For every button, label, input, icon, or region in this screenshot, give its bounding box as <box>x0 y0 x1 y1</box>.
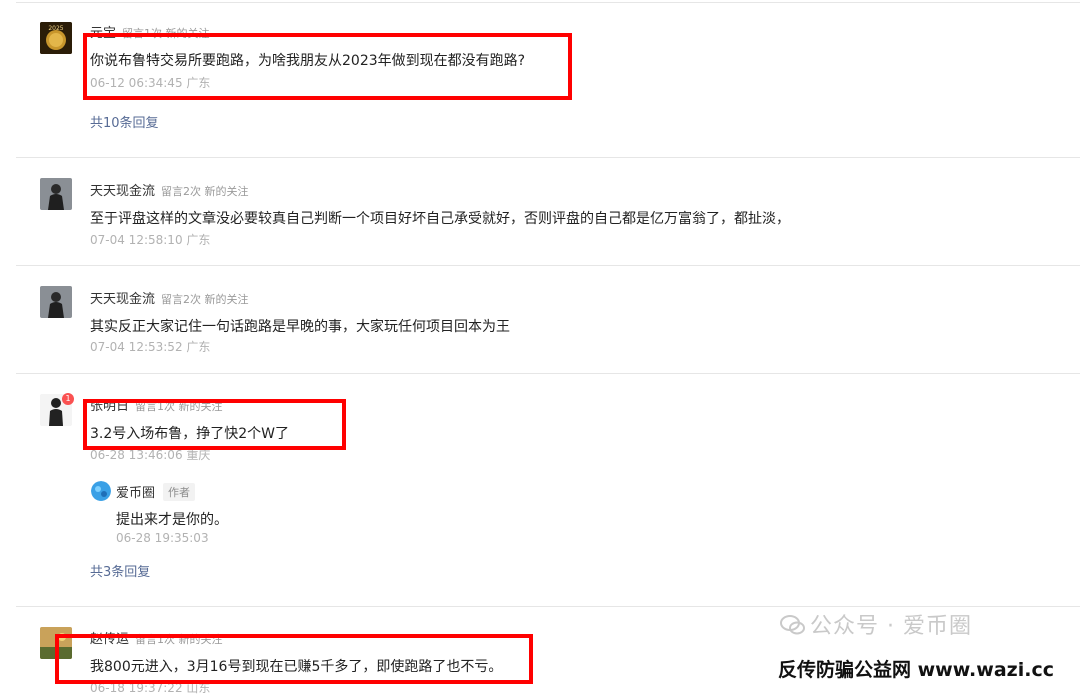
globe-avatar-icon[interactable] <box>91 481 111 501</box>
comment-time: 06-28 13:46:06 重庆 <box>90 448 211 462</box>
comment-time: 07-04 12:58:10 广东 <box>90 233 211 247</box>
figure-avatar-icon[interactable] <box>40 178 72 210</box>
comment-meta: 留言1次 新的关注 <box>122 27 210 40</box>
comment-meta: 留言2次 新的关注 <box>161 185 249 198</box>
author-tag: 作者 <box>163 483 196 501</box>
comment-divider <box>16 265 1080 266</box>
comment-content: 其实反正大家记住一句话跑路是早晚的事，大家玩任何项目回本为王 <box>90 319 510 335</box>
unread-badge: 1 <box>62 393 74 405</box>
comment-content: 至于评盘这样的文章没必要较真自己判断一个项目好坏自己承受就好，否则评盘的自己都是… <box>90 211 790 227</box>
comment-meta: 留言1次 新的关注 <box>135 633 223 646</box>
comment-divider <box>16 157 1080 158</box>
comment-author[interactable]: 天天现金流 留言2次 新的关注 <box>90 180 249 199</box>
comment-time: 07-04 12:53:52 广东 <box>90 340 211 354</box>
view-replies-link[interactable]: 共10条回复 <box>90 112 159 131</box>
comment-author[interactable]: 天天现金流 留言2次 新的关注 <box>90 288 249 307</box>
view-replies-link[interactable]: 共3条回复 <box>90 561 150 580</box>
reply-time: 06-28 19:35:03 <box>116 531 209 545</box>
comment-time: 06-18 19:37:22 山东 <box>90 681 211 695</box>
wechat-icon <box>780 614 806 642</box>
comment-divider <box>16 606 1080 607</box>
comment-time: 06-12 06:34:45 广东 <box>90 76 211 90</box>
top-divider <box>16 2 1080 3</box>
reply-author[interactable]: 爱币圈 作者 <box>116 482 196 501</box>
comment-divider <box>16 373 1080 374</box>
comment-author[interactable]: 张明日 留言1次 新的关注 <box>90 395 223 414</box>
comment-author[interactable]: 赵传运 留言1次 新的关注 <box>90 628 223 647</box>
reply-content: 提出来才是你的。 <box>116 512 228 528</box>
svg-text:2025: 2025 <box>48 25 63 32</box>
comment-content: 3.2号入场布鲁，挣了快2个W了 <box>90 426 290 442</box>
wechat-watermark: 公众号 · 爱币圈 <box>780 608 972 642</box>
comment-meta: 留言2次 新的关注 <box>161 293 249 306</box>
coin-avatar-icon[interactable]: 2025 <box>40 22 72 54</box>
comment-content: 你说布鲁特交易所要跑路，为啥我朋友从2023年做到现在都没有跑路? <box>90 53 526 69</box>
landscape-avatar-icon[interactable] <box>40 627 72 659</box>
comment-content: 我800元进入，3月16号到现在已赚5千多了，即使跑路了也不亏。 <box>90 659 503 675</box>
site-watermark: 反传防骗公益网 www.wazi.cc <box>778 659 1054 681</box>
comment-author[interactable]: 元宝 留言1次 新的关注 <box>90 22 210 41</box>
figure-avatar-icon[interactable] <box>40 286 72 318</box>
comment-meta: 留言1次 新的关注 <box>135 400 223 413</box>
